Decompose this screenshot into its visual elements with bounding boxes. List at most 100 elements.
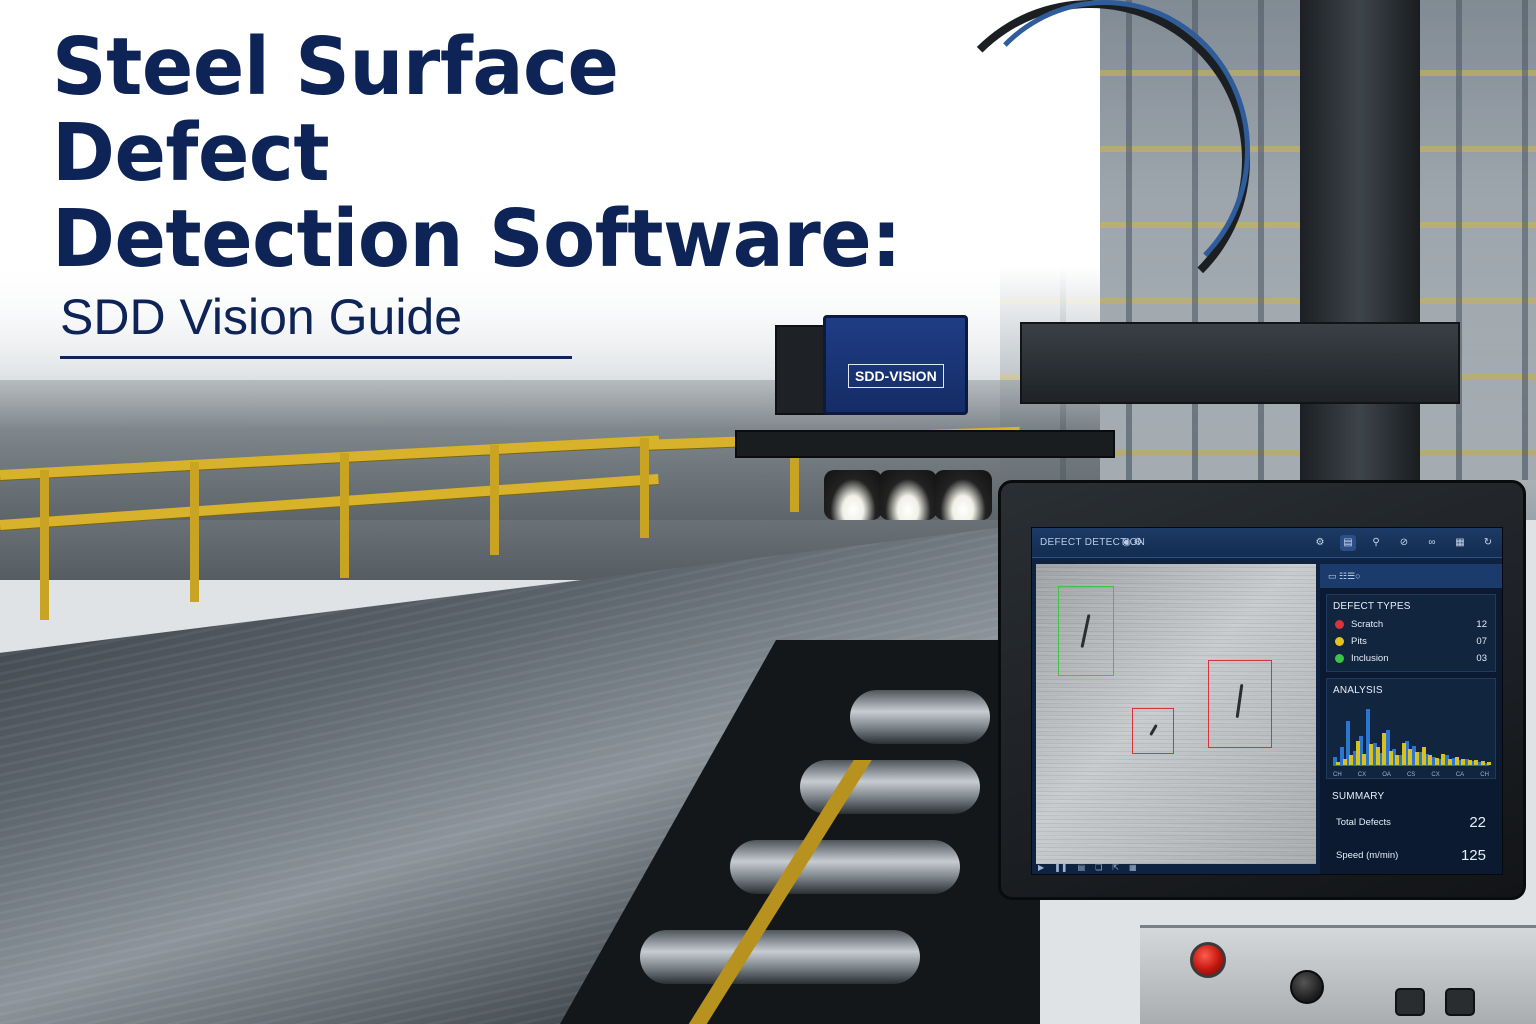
chart-bar [1362, 753, 1367, 765]
light-bar [735, 430, 1115, 458]
defect-count: 12 [1476, 619, 1487, 630]
led-lamp [934, 470, 992, 520]
panel-header: ▭ ☷☰○ [1320, 564, 1502, 588]
chart-tick-label: CS [1406, 772, 1416, 778]
camera-cable [960, 0, 1250, 300]
chart-bar [1415, 752, 1419, 765]
camera-icon[interactable]: ◉ [1122, 537, 1131, 548]
chart-bar [1401, 742, 1406, 765]
railing-post [190, 462, 199, 602]
chart-tick-label: CX [1431, 772, 1440, 778]
defect-types-title: DEFECT TYPES [1333, 601, 1411, 612]
subtitle-underline [60, 356, 572, 359]
analysis-section: ANALYSIS CH CX OA CS CX CA CH [1326, 678, 1496, 779]
chart-bar [1454, 757, 1459, 765]
headline: Steel Surface Defect Detection Software:… [52, 24, 952, 359]
chart-bar [1467, 760, 1472, 765]
link-icon[interactable]: ∞ [1424, 535, 1440, 551]
defect-row-inclusion[interactable]: Inclusion 03 [1327, 650, 1495, 671]
settings-icon[interactable]: ⚙ [1312, 535, 1328, 551]
defect-name: Scratch [1351, 619, 1384, 630]
emergency-stop-button[interactable] [1190, 942, 1226, 978]
chart-bar [1434, 757, 1439, 765]
chart-bar [1474, 760, 1479, 765]
gantry-pillar [1300, 0, 1420, 500]
layers-icon[interactable]: ▦ [1452, 535, 1468, 551]
total-defects-value: 22 [1469, 814, 1486, 831]
stop-icon[interactable]: ⊘ [1396, 535, 1412, 551]
copy-icon[interactable]: ❏ [1095, 863, 1102, 872]
play-icon[interactable]: ▶ [1038, 863, 1044, 872]
search-icon[interactable]: ⚲ [1368, 535, 1384, 551]
title-line-2: Detection Software: [52, 193, 902, 285]
chart-bar [1441, 753, 1446, 765]
monitor: DEFECT DETECTION ◉ ⚙ ⚙ ▤ ⚲ ⊘ ∞ ▦ ↻ ▶ ❚❚ … [998, 480, 1526, 900]
chart-bar [1461, 759, 1466, 765]
led-lamp [824, 470, 882, 520]
analysis-title: ANALYSIS [1333, 685, 1383, 696]
app-toolbar: DEFECT DETECTION ◉ ⚙ ⚙ ▤ ⚲ ⊘ ∞ ▦ ↻ [1032, 528, 1502, 558]
defect-name: Pits [1351, 636, 1367, 647]
toolbar-right: ⚙ ▤ ⚲ ⊘ ∞ ▦ ↻ [1312, 535, 1496, 551]
control-button[interactable] [1445, 988, 1475, 1016]
speed-label: Speed (m/min) [1336, 850, 1399, 861]
chart-bar [1368, 744, 1373, 765]
total-defects-row: Total Defects 22 [1326, 806, 1496, 839]
control-button[interactable] [1395, 988, 1425, 1016]
chart-bar [1382, 733, 1387, 765]
summary-title: SUMMARY [1332, 791, 1385, 802]
chart-tick-labels: CH CX OA CS CX CA CH [1327, 772, 1495, 778]
chart-bar [1408, 749, 1413, 765]
document-icon[interactable]: ▤ [1340, 535, 1356, 551]
chart-bar [1428, 755, 1433, 765]
defect-row-scratch[interactable]: Scratch 12 [1327, 616, 1495, 633]
gantry-arm [1020, 322, 1460, 404]
defect-types-section: DEFECT TYPES Scratch 12 Pits 07 Inclusio… [1326, 594, 1496, 672]
railing-post [490, 445, 499, 555]
analysis-chart[interactable] [1333, 702, 1492, 766]
machine-control-panel [1140, 925, 1536, 1024]
defect-count: 03 [1476, 653, 1487, 664]
chart-bar [1421, 747, 1426, 765]
export-icon[interactable]: ⇱ [1112, 863, 1119, 872]
roller [850, 690, 990, 744]
chart-bar [1480, 761, 1485, 765]
selector-knob[interactable] [1290, 970, 1324, 1004]
chart-bar [1336, 761, 1340, 765]
toolbar-icons: ◉ ⚙ [1122, 537, 1142, 548]
defect-name: Inclusion [1351, 653, 1389, 664]
chart-bar [1487, 761, 1492, 765]
chart-bar [1388, 750, 1393, 765]
gear-icon[interactable]: ⚙ [1134, 537, 1143, 548]
pits-color-dot [1335, 637, 1344, 646]
refresh-icon[interactable]: ↻ [1480, 535, 1496, 551]
camera-label: SDD-VISION [848, 364, 944, 388]
railing-post [40, 470, 49, 620]
viewport-toolbar: ▶ ❚❚ ▤ ❏ ⇱ ▦ [1032, 860, 1318, 874]
chart-bar [1342, 758, 1347, 765]
roller [640, 930, 920, 984]
inspection-viewport[interactable] [1036, 564, 1316, 864]
total-defects-label: Total Defects [1336, 817, 1391, 828]
speed-row: Speed (m/min) 125 [1326, 839, 1496, 872]
pause-icon[interactable]: ❚❚ [1054, 863, 1067, 872]
speed-value: 125 [1460, 847, 1486, 864]
defect-count: 07 [1476, 636, 1487, 647]
save-icon[interactable]: ▤ [1078, 863, 1086, 872]
monitor-screen: DEFECT DETECTION ◉ ⚙ ⚙ ▤ ⚲ ⊘ ∞ ▦ ↻ ▶ ❚❚ … [1031, 527, 1503, 875]
chart-bar [1349, 755, 1354, 765]
chart-tick-label: CA [1455, 772, 1465, 778]
chart-bar [1375, 747, 1380, 765]
railing-post [640, 438, 649, 538]
railing-post [340, 453, 349, 578]
chart-tick-label: CH [1333, 772, 1342, 778]
chart-tick-label: OA [1382, 772, 1391, 778]
defect-row-pits[interactable]: Pits 07 [1327, 633, 1495, 650]
chart-bar [1395, 755, 1400, 765]
grid-icon[interactable]: ▦ [1129, 863, 1137, 872]
summary-section: SUMMARY Total Defects 22 Speed (m/min) 1… [1326, 785, 1496, 872]
roller [730, 840, 960, 894]
chart-bar [1355, 741, 1360, 765]
chart-tick-label: CH [1480, 772, 1489, 778]
scratch-color-dot [1335, 620, 1344, 629]
